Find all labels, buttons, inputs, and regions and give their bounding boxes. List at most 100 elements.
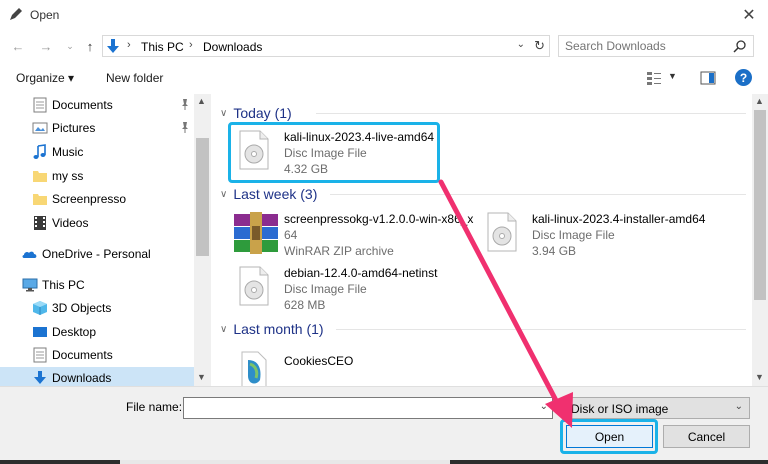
this-pc-icon [22,278,38,292]
sidebar-item-label: OneDrive - Personal [42,247,151,261]
forward-arrow-icon[interactable]: → [38,38,54,54]
documents-icon [33,347,47,363]
window-title: Open [30,8,60,22]
sidebar-item-documents-quick[interactable]: Documents [0,94,194,116]
cancel-button[interactable]: Cancel [663,425,750,448]
close-icon[interactable]: ✕ [738,4,760,26]
file-item-screenpresso-zip[interactable]: screenpressokg-v1.2.0.0-win-x86_x 64 Win… [232,212,474,260]
sidebar-item-downloads[interactable]: Downloads [0,367,194,386]
folder-icon [33,194,47,205]
group-header-today[interactable]: ∨ Today (1) [220,104,292,122]
refresh-icon[interactable]: ↻ [534,38,545,54]
address-dropdown-icon[interactable]: ⌄ [517,39,525,50]
sidebar-item-label: 3D Objects [52,301,112,315]
3d-objects-icon [33,301,47,315]
new-folder-button[interactable]: New folder [106,71,163,85]
chevron-down-icon: ∨ [220,107,228,119]
scrollbar-thumb[interactable] [754,110,766,300]
annotation-highlight-box [228,122,440,183]
organize-button[interactable]: Organize ▾ [16,71,74,85]
sidebar-item-3d-objects[interactable]: 3D Objects [0,297,194,319]
scroll-down-icon[interactable]: ▼ [755,372,764,382]
file-item-kali-installer[interactable]: kali-linux-2023.4-installer-amd64 Disc I… [486,212,726,260]
file-name-continued: 64 [284,228,298,242]
breadcrumb-this-pc[interactable]: This PC [141,40,184,54]
sidebar-item-label: Downloads [52,371,112,385]
sidebar-item-label: Music [52,145,84,159]
help-icon[interactable]: ? [735,69,752,86]
group-divider [336,329,746,330]
sidebar-item-music[interactable]: Music [0,141,194,163]
group-divider [330,194,746,195]
search-icon[interactable] [733,39,747,53]
up-arrow-icon[interactable]: ↑ [82,38,98,54]
disc-image-icon [239,266,269,306]
sidebar-item-label: my ss [52,169,84,183]
sidebar-item-screenpresso[interactable]: Screenpresso [0,188,194,210]
breadcrumb-separator-icon: › [189,39,193,51]
group-header-last-week[interactable]: ∨ Last week (3) [220,185,317,203]
videos-icon [34,216,46,230]
file-list: ∨ Today (1) kali-linux-2023.4-live-amd64… [212,94,752,386]
file-size: 628 MB [284,298,326,312]
scroll-up-icon[interactable]: ▲ [197,96,206,106]
file-list-scrollbar[interactable]: ▲ ▼ [752,94,768,386]
sidebar-item-label: This PC [42,278,85,292]
scroll-down-icon[interactable]: ▼ [197,372,206,382]
sidebar-item-label: Pictures [52,121,96,135]
sidebar-item-videos[interactable]: Videos [0,212,194,234]
sidebar-item-label: Screenpresso [52,192,127,206]
group-title: Last month (1) [233,321,324,337]
chevron-down-icon[interactable]: ⌄ [540,401,548,412]
search-input[interactable] [559,36,729,56]
file-type: WinRAR ZIP archive [284,244,394,258]
file-name-combobox[interactable]: ⌄ [183,397,553,419]
sidebar-item-pictures[interactable]: Pictures [0,117,194,139]
download-arrow-icon [107,39,119,53]
sidebar-item-this-pc[interactable]: This PC [0,274,194,296]
file-name: kali-linux-2023.4-installer-amd64 [532,212,706,226]
group-title: Today (1) [233,105,292,121]
file-type: Disc Image File [532,228,615,242]
breadcrumb-downloads[interactable]: Downloads [203,40,262,54]
file-type-filter-select[interactable]: Disk or ISO image ⌄ [565,397,750,419]
winrar-icon [234,212,278,254]
downloads-icon [34,371,46,384]
sidebar-scrollbar[interactable]: ▲ ▼ [194,94,211,386]
scroll-up-icon[interactable]: ▲ [755,96,764,106]
back-arrow-icon[interactable]: ← [10,38,26,54]
music-icon [33,144,46,159]
file-name: screenpressokg-v1.2.0.0-win-x86_x [284,212,474,226]
preview-pane-icon[interactable] [700,70,716,86]
sidebar-item-label: Desktop [52,325,97,339]
group-title: Last week (3) [233,186,318,202]
command-bar: Organize ▾ New folder ▼ ? [0,62,768,94]
desktop-icon [33,327,47,337]
group-divider [316,113,746,114]
pin-icon [182,122,188,133]
app-icon [241,351,267,386]
address-bar[interactable]: › This PC › Downloads ⌄ ↻ [102,35,550,57]
disc-image-icon [487,212,517,252]
breadcrumb-separator-icon: › [127,39,131,51]
group-header-last-month[interactable]: ∨ Last month (1) [220,320,324,338]
taskbar-strip [0,460,768,464]
file-name-input[interactable] [184,398,524,418]
taskbar-gap [120,460,450,464]
sidebar-item-documents[interactable]: Documents [0,344,194,366]
scrollbar-thumb[interactable] [196,138,209,256]
sidebar-item-desktop[interactable]: Desktop [0,321,194,343]
search-box[interactable] [558,35,754,57]
view-options-dropdown-icon[interactable]: ▼ [668,71,677,81]
onedrive-icon [22,251,37,258]
file-size: 3.94 GB [532,244,577,258]
sidebar-item-my-ss[interactable]: my ss [0,165,194,187]
sidebar-item-onedrive[interactable]: OneDrive - Personal [0,243,194,265]
file-name: debian-12.4.0-amd64-netinst [284,266,438,280]
chevron-down-icon: ∨ [220,188,228,200]
change-view-icon[interactable] [646,70,662,86]
file-item-debian-netinst[interactable]: debian-12.4.0-amd64-netinst Disc Image F… [238,266,478,314]
recent-locations-chevron-icon[interactable]: ⌄ [62,38,78,54]
pen-icon [10,8,22,20]
file-item-cookiesceo[interactable]: CookiesCEO [238,350,478,386]
